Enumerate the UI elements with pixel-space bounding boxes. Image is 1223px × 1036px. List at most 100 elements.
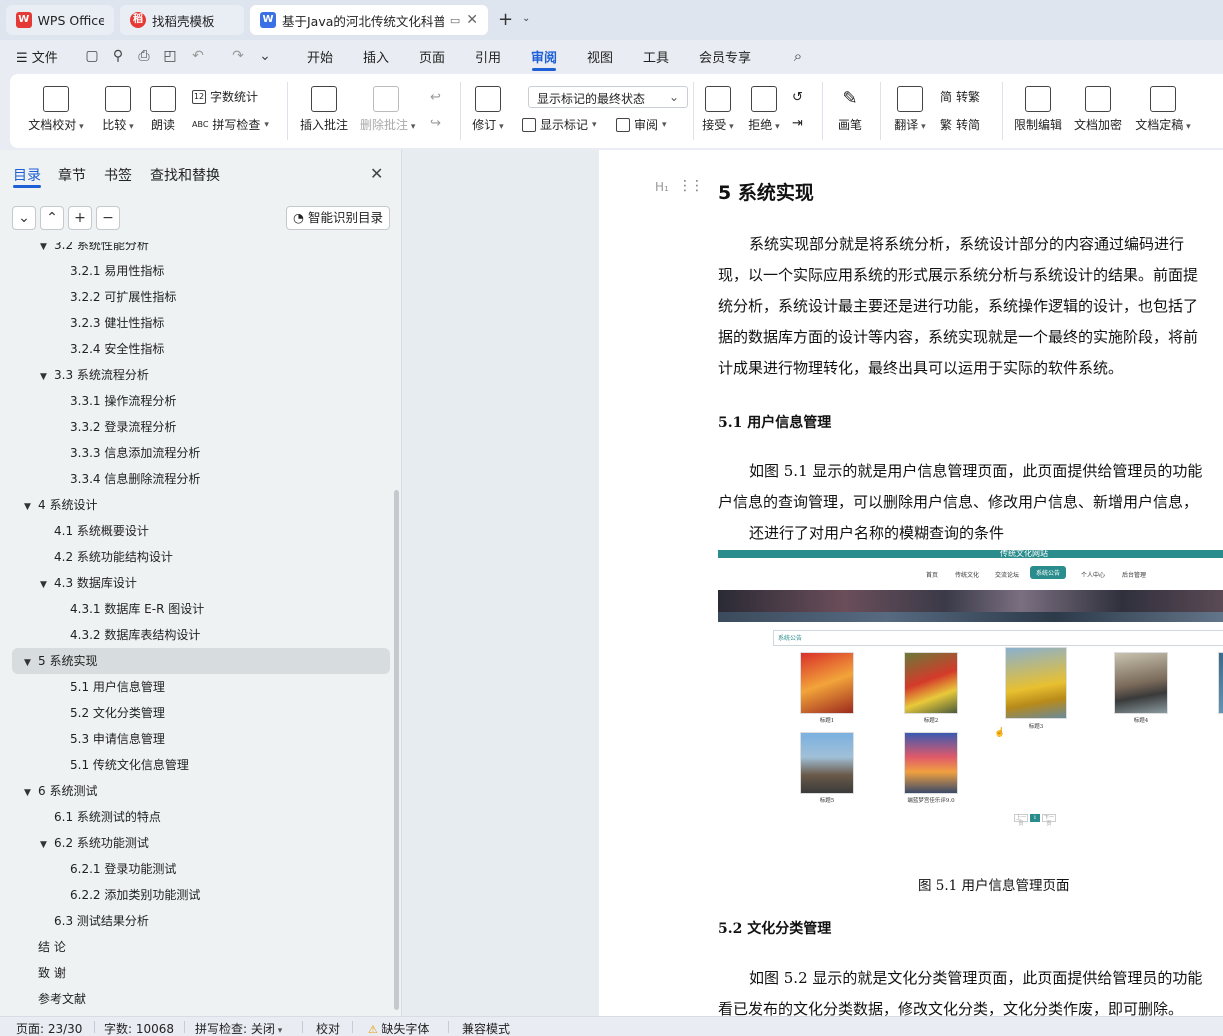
redo-icon[interactable]: ↷	[230, 48, 246, 64]
show-markup-button[interactable]: 显示标记 ▾	[522, 116, 597, 133]
finalize-button[interactable]: 文档定稿 ▾	[1132, 86, 1194, 133]
toc-item[interactable]: 4.3.2 数据库表结构设计	[56, 622, 200, 648]
toc-item[interactable]: 结 论	[24, 934, 66, 960]
toc-item[interactable]: 6.2.1 登录功能测试	[56, 856, 176, 882]
toc-item[interactable]: 4.1 系统概要设计	[40, 518, 149, 544]
toc-item[interactable]: ▼ 3.2 系统性能分析	[40, 242, 149, 258]
reject-button[interactable]: 拒绝 ▾	[744, 86, 784, 133]
insert-comment-button[interactable]: 插入批注	[298, 86, 350, 133]
remove-heading-button[interactable]: −	[96, 206, 120, 230]
toc-item[interactable]: 参考文献	[24, 986, 86, 1012]
toc-item[interactable]: ▼ 6 系统测试	[24, 778, 97, 804]
expand-toggle-icon[interactable]: ▼	[24, 494, 38, 520]
markup-state-select[interactable]: 显示标记的最终状态 ⌄	[528, 86, 688, 108]
menu-page[interactable]: 页面	[419, 47, 445, 66]
toc-item[interactable]: 3.3.1 操作流程分析	[56, 388, 176, 414]
menu-tools[interactable]: 工具	[643, 47, 669, 66]
share-icon[interactable]: ⚲	[110, 48, 126, 64]
toc-item[interactable]: ▼ 4 系统设计	[24, 492, 97, 518]
next-comment-icon[interactable]: ↪	[430, 116, 441, 131]
heading-level-icon[interactable]: H₁	[655, 180, 669, 194]
toc-item[interactable]: ▼ 3.3 系统流程分析	[40, 362, 149, 388]
menu-review[interactable]: 审阅	[531, 47, 557, 66]
file-menu[interactable]: ☰ 文件	[16, 47, 58, 66]
close-panel-icon[interactable]: ✕	[370, 164, 383, 183]
smart-toc-button[interactable]: ◔ 智能识别目录	[286, 206, 390, 230]
toc-item[interactable]: 5.1 用户信息管理	[56, 674, 165, 700]
toc-item[interactable]: ▼ 6.2 系统功能测试	[40, 830, 149, 856]
close-tab-icon[interactable]: ✕	[466, 12, 478, 28]
expand-toggle-icon[interactable]: ▼	[24, 780, 38, 806]
toc-item[interactable]: 3.2.4 安全性指标	[56, 336, 164, 362]
read-aloud-button[interactable]: 朗读	[148, 86, 178, 133]
toc-item[interactable]: 3.2.2 可扩展性指标	[56, 284, 176, 310]
proofread-status[interactable]: 校对	[316, 1020, 340, 1036]
panel-tab-sections[interactable]: 章节	[58, 165, 86, 185]
toc-item[interactable]: 6.2.2 添加类别功能测试	[56, 882, 200, 908]
toc-item[interactable]: 6.1 系统测试的特点	[40, 804, 161, 830]
toc-item[interactable]: 3.3.2 登录流程分析	[56, 414, 176, 440]
prev-change-icon[interactable]: ↺	[792, 90, 803, 105]
to-simplified-button[interactable]: 繁转简	[940, 116, 980, 133]
print-preview-icon[interactable]: ◰	[162, 48, 178, 64]
expand-toggle-icon[interactable]: ▼	[40, 572, 54, 598]
tab-docer[interactable]: 稻 找稻壳模板	[120, 5, 244, 35]
compare-button[interactable]: 比较 ▾	[96, 86, 140, 133]
encrypt-button[interactable]: 文档加密	[1072, 86, 1124, 133]
toc-item[interactable]: 6.3 测试结果分析	[40, 908, 149, 934]
toc-item[interactable]: 5.3 申请信息管理	[56, 726, 165, 752]
next-change-icon[interactable]: ⇥	[792, 116, 803, 131]
doc-check-button[interactable]: 文档校对 ▾	[28, 86, 84, 133]
toc-item[interactable]: 3.3.3 信息添加流程分析	[56, 440, 200, 466]
collapse-up-button[interactable]: ⌃	[40, 206, 64, 230]
expand-toggle-icon[interactable]: ▼	[40, 242, 54, 260]
missing-font-status[interactable]: ⚠ 缺失字体	[368, 1020, 429, 1036]
word-count-button[interactable]: 12 字数统计	[192, 88, 258, 105]
menu-member[interactable]: 会员专享	[699, 47, 751, 66]
toc-scrollbar[interactable]	[394, 490, 399, 1010]
toc-item[interactable]: 4.3.1 数据库 E-R 图设计	[56, 596, 204, 622]
menu-reference[interactable]: 引用	[475, 47, 501, 66]
document-page[interactable]: 5 系统实现 系统实现部分就是将系统分析，系统设计部分的内容通过编码进行 现，以一…	[599, 150, 1223, 1016]
word-count[interactable]: 字数: 10068	[104, 1020, 174, 1036]
panel-tab-find-replace[interactable]: 查找和替换	[150, 165, 220, 185]
menu-start[interactable]: 开始	[307, 47, 333, 66]
panel-tab-toc[interactable]: 目录	[13, 165, 41, 185]
menu-view[interactable]: 视图	[587, 47, 613, 66]
toc-item[interactable]: 5.2 文化分类管理	[56, 700, 165, 726]
accept-button[interactable]: 接受 ▾	[698, 86, 738, 133]
page-indicator[interactable]: 页面: 23/30	[16, 1020, 82, 1036]
revise-button[interactable]: 修订 ▾	[468, 86, 508, 133]
drag-handle-icon[interactable]: ⋮⋮	[678, 178, 704, 194]
panel-tab-bookmarks[interactable]: 书签	[104, 165, 132, 185]
delete-comment-button[interactable]: 删除批注 ▾	[360, 86, 415, 133]
review-pane-button[interactable]: 审阅 ▾	[616, 116, 667, 133]
expand-toggle-icon[interactable]: ▼	[40, 364, 54, 390]
toc-item[interactable]: 4.2 系统功能结构设计	[40, 544, 173, 570]
more-chevron-icon[interactable]: ⌄	[257, 48, 273, 64]
print-icon[interactable]: ⎙	[136, 48, 152, 64]
spell-check-button[interactable]: ABC 拼写检查 ▾	[192, 116, 269, 133]
add-heading-button[interactable]: +	[68, 206, 92, 230]
expand-down-button[interactable]: ⌄	[12, 206, 36, 230]
toc-item[interactable]: 3.3.4 信息删除流程分析	[56, 466, 200, 492]
toc-item[interactable]: ▼ 5 系统实现	[12, 648, 390, 674]
toc-item[interactable]: ▼ 4.3 数据库设计	[40, 570, 137, 596]
spell-check-status[interactable]: 拼写检查: 关闭 ▾	[195, 1020, 282, 1036]
expand-toggle-icon[interactable]: ▼	[24, 650, 38, 676]
toc-item[interactable]: 5.1 传统文化信息管理	[56, 752, 189, 778]
prev-comment-icon[interactable]: ↩	[430, 90, 441, 105]
pen-button[interactable]: ✎ 画笔	[832, 86, 868, 133]
chevron-down-icon[interactable]: ⌄	[522, 13, 530, 24]
expand-toggle-icon[interactable]: ▼	[40, 832, 54, 858]
toc-item[interactable]: 3.2.3 健壮性指标	[56, 310, 164, 336]
tab-wps-office[interactable]: W WPS Office	[6, 5, 114, 35]
tab-document[interactable]: W 基于Java的河北传统文化科普网 ▭ ✕	[250, 5, 488, 35]
new-tab-plus-icon[interactable]: +	[498, 9, 513, 30]
toc-item[interactable]: 3.2.1 易用性指标	[56, 258, 164, 284]
menu-insert[interactable]: 插入	[363, 47, 389, 66]
restrict-edit-button[interactable]: 限制编辑	[1012, 86, 1064, 133]
to-traditional-button[interactable]: 简转繁	[940, 88, 980, 105]
search-icon[interactable]: ⌕	[790, 48, 806, 64]
toc-item[interactable]: 致 谢	[24, 960, 66, 986]
